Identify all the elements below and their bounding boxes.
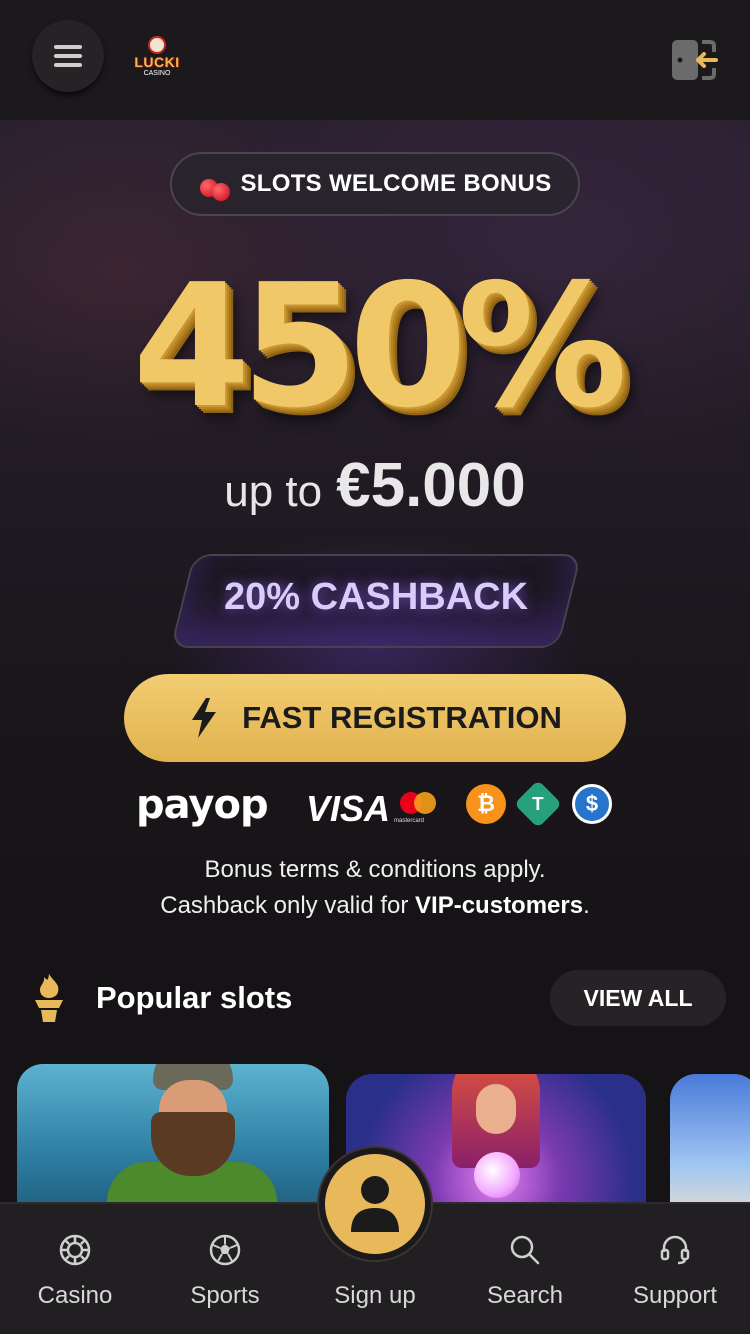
search-icon <box>510 1235 540 1265</box>
lucky-cat-icon <box>148 36 166 54</box>
torch-icon <box>35 974 63 1022</box>
mastercard-logo <box>400 792 436 816</box>
signup-button[interactable] <box>319 1148 431 1260</box>
bonus-badge: SLOTS WELCOME BONUS <box>170 152 580 216</box>
nav-search[interactable]: Search <box>450 1204 600 1334</box>
tether-icon: T <box>513 779 563 829</box>
nav-support[interactable]: Support <box>600 1204 750 1334</box>
fast-registration-button[interactable]: FAST REGISTRATION <box>124 674 626 762</box>
usdc-icon: $ <box>572 784 612 824</box>
view-all-button[interactable]: VIEW ALL <box>550 970 726 1026</box>
visa-logo: VISA <box>306 788 391 829</box>
bonus-percentage: 450% <box>132 248 627 446</box>
bitcoin-icon: ₿ <box>466 784 506 824</box>
slot-card-fisherman[interactable] <box>17 1064 329 1214</box>
bonus-terms: Bonus terms & conditions apply. Cashback… <box>160 856 590 919</box>
login-button[interactable] <box>668 36 720 84</box>
fisherman-artwork <box>107 1064 277 1214</box>
fortune-teller-artwork <box>446 1074 546 1208</box>
hero-banner: SLOTS WELCOME BONUS 450% up to €5.000 20%… <box>0 120 750 940</box>
login-door-icon <box>672 40 718 80</box>
soccer-ball-icon <box>209 1234 241 1266</box>
nav-sports[interactable]: Sports <box>150 1204 300 1334</box>
cashback-label: 20% CASHBACK <box>223 576 529 618</box>
lightning-icon <box>192 698 217 738</box>
menu-button[interactable] <box>32 20 104 92</box>
payop-logo: payop <box>136 782 269 828</box>
page: LUCKI CASINO SLOTS WELCOME BONUS 450% up… <box>0 0 750 1334</box>
nav-casino[interactable]: Casino <box>0 1204 150 1334</box>
payment-methods: payop VISA mastercard ₿ T $ <box>136 779 616 830</box>
casino-logo[interactable]: LUCKI CASINO <box>128 36 186 84</box>
popular-slots-title: Popular slots <box>96 980 293 1015</box>
headset-icon <box>660 1235 690 1265</box>
cherry-icon <box>198 167 232 201</box>
bonus-amount: up to €5.000 <box>224 451 526 520</box>
user-icon <box>351 1176 399 1232</box>
hamburger-icon <box>54 40 82 72</box>
top-header: LUCKI CASINO <box>0 0 750 120</box>
casino-chip-icon <box>59 1234 91 1266</box>
